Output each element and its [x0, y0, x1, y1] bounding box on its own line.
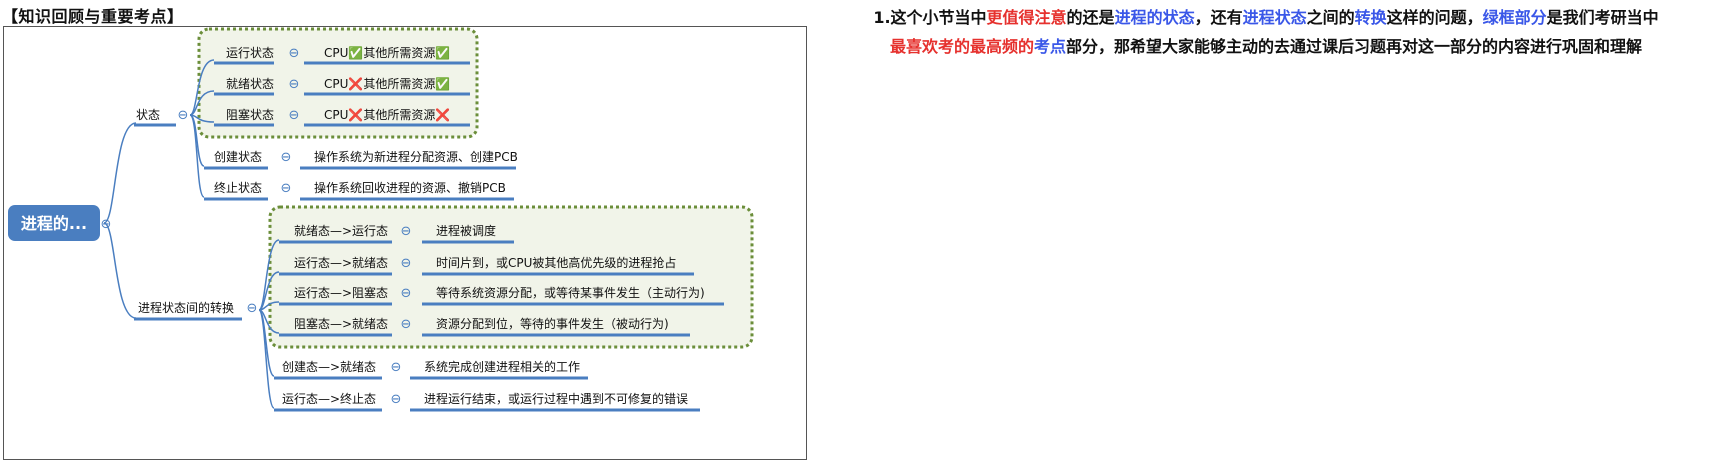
- note-highlight: 更值得注意: [986, 8, 1067, 27]
- state-desc-terminate: 操作系统回收进程的资源、撤销PCB: [314, 180, 506, 195]
- collapse-icon[interactable]: ⊖: [178, 108, 189, 123]
- transition-name: 创建态—>就绪态: [282, 360, 376, 374]
- state-name-terminate: 终止状态: [214, 180, 262, 195]
- mindmap-frame: 进程的... ⊖ 状态 ⊖ 运行状态 ⊖ CPU✅其他所需资源✅ 就绪状态 ⊖ …: [3, 26, 807, 460]
- transition-name: 就绪态—>运行态: [294, 224, 388, 238]
- collapse-icon[interactable]: ⊖: [289, 108, 300, 123]
- transition-desc: 时间片到，或CPU被其他高优先级的进程抢占: [436, 255, 676, 270]
- transition-desc: 资源分配到位，等待的事件发生（被动行为): [436, 316, 669, 331]
- transition-desc: 进程被调度: [436, 223, 496, 238]
- state-desc-ready: CPU❌其他所需资源✅: [324, 77, 450, 91]
- state-desc-blocked: CPU❌其他所需资源❌: [324, 108, 450, 122]
- note-highlight: 进程状态: [1242, 8, 1307, 27]
- page-title: 【知识回顾与重要考点】: [2, 7, 184, 26]
- connector: [103, 222, 137, 319]
- collapse-icon[interactable]: ⊖: [401, 317, 412, 332]
- transition-desc: 等待系统资源分配，或等待某事件发生（主动行为): [436, 285, 705, 300]
- note-text: 的还是: [1066, 8, 1115, 27]
- transition-desc: 系统完成创建进程相关的工作: [424, 359, 580, 374]
- collapse-icon[interactable]: ⊖: [391, 360, 402, 375]
- transition-name: 运行态—>阻塞态: [294, 285, 388, 300]
- root-node-label: 进程的...: [21, 214, 87, 233]
- collapse-icon[interactable]: ⊖: [401, 286, 412, 301]
- note-text: 部分，那希望大家能够主动的去通过课后习题再对这一部分的内容进行巩固和理解: [1066, 37, 1643, 56]
- collapse-icon[interactable]: ⊖: [401, 256, 412, 271]
- collapse-icon[interactable]: ⊖: [101, 217, 112, 232]
- transition-name: 阻塞态—>就绪态: [294, 316, 388, 331]
- collapse-icon[interactable]: ⊖: [281, 150, 292, 165]
- note-line-1: 1.这个小节当中更值得注意的还是进程的状态，还有进程状态之间的转换这样的问题，绿…: [810, 3, 1722, 32]
- state-name-blocked: 阻塞状态: [226, 107, 274, 122]
- note-text: 是我们考研当中: [1546, 8, 1659, 27]
- note-text: 之间的: [1306, 8, 1355, 27]
- collapse-icon[interactable]: ⊖: [281, 181, 292, 196]
- collapse-icon[interactable]: ⊖: [391, 392, 402, 407]
- branch-state-label: 状态: [136, 108, 160, 122]
- annotation-note: 1.这个小节当中更值得注意的还是进程的状态，还有进程状态之间的转换这样的问题，绿…: [810, 3, 1722, 61]
- note-highlight: 最喜欢考的最高频的: [889, 37, 1034, 56]
- state-desc-running: CPU✅其他所需资源✅: [324, 46, 450, 60]
- connector: [103, 122, 137, 224]
- note-text: 这样的问题，: [1386, 8, 1483, 27]
- transition-desc: 进程运行结束，或运行过程中遇到不可修复的错误: [424, 391, 688, 406]
- note-text: 1.这个小节当中: [873, 8, 987, 27]
- collapse-icon[interactable]: ⊖: [289, 77, 300, 92]
- note-highlight: 进程的状态: [1114, 8, 1195, 27]
- note-line-2: 最喜欢考的最高频的考点部分，那希望大家能够主动的去通过课后习题再对这一部分的内容…: [810, 32, 1722, 61]
- state-name-running: 运行状态: [226, 46, 274, 60]
- note-text: ，还有: [1194, 8, 1243, 27]
- collapse-icon[interactable]: ⊖: [247, 301, 258, 316]
- state-desc-create: 操作系统为新进程分配资源、创建PCB: [314, 149, 518, 164]
- state-name-ready: 就绪状态: [226, 77, 274, 91]
- note-highlight: 考点: [1033, 37, 1066, 56]
- note-highlight: 绿框部分: [1482, 8, 1547, 27]
- collapse-icon[interactable]: ⊖: [401, 224, 412, 239]
- branch-transition-label: 进程状态间的转换: [138, 300, 234, 315]
- mindmap: 进程的... ⊖ 状态 ⊖ 运行状态 ⊖ CPU✅其他所需资源✅ 就绪状态 ⊖ …: [8, 27, 754, 412]
- state-name-create: 创建状态: [214, 150, 262, 164]
- note-highlight: 转换: [1354, 8, 1387, 27]
- transition-name: 运行态—>就绪态: [294, 256, 388, 270]
- transition-name: 运行态—>终止态: [282, 391, 376, 406]
- collapse-icon[interactable]: ⊖: [289, 46, 300, 61]
